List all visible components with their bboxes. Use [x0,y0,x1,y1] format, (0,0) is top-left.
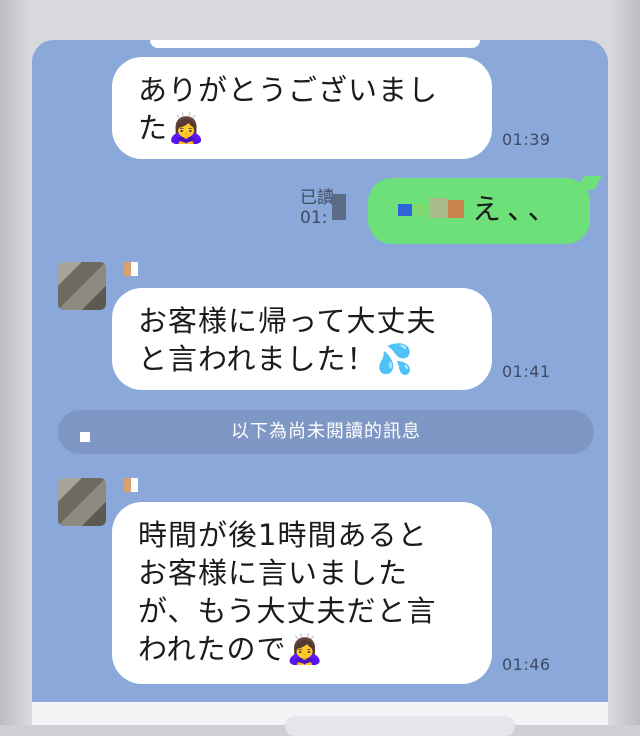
previous-bubble-edge [150,40,480,48]
message-timestamp: 01:39 [502,130,551,149]
sender-name [124,478,138,492]
message-input[interactable] [285,716,515,736]
unread-divider: 以下為尚未閱讀的訊息 [58,410,594,454]
censored-pixels [430,198,448,218]
outgoing-message-text: え、、 [472,192,563,226]
message-timestamp: 01:41 [502,362,551,381]
outgoing-message-bubble[interactable]: え、、 [368,178,590,244]
censored-pixels [414,204,428,216]
incoming-message-bubble[interactable]: 時間が後1時間あると お客様に言いました が、もう大丈夫だと言 われたので🙇‍♀… [112,502,492,684]
censored-pixels [332,194,346,220]
censored-pixels [398,204,412,216]
message-timestamp: 01:46 [502,655,551,674]
sender-avatar[interactable] [58,478,106,526]
censored-pixels [80,432,90,442]
incoming-message-bubble[interactable]: ありがとうございまし た🙇‍♀️ [112,57,492,159]
incoming-message-bubble[interactable]: お客様に帰って大丈夫 と言われました！💦 [112,288,492,390]
read-receipt: 已讀 01: [300,188,334,228]
sender-name [124,262,138,276]
censored-pixels [448,200,464,218]
sender-avatar[interactable] [58,262,106,310]
